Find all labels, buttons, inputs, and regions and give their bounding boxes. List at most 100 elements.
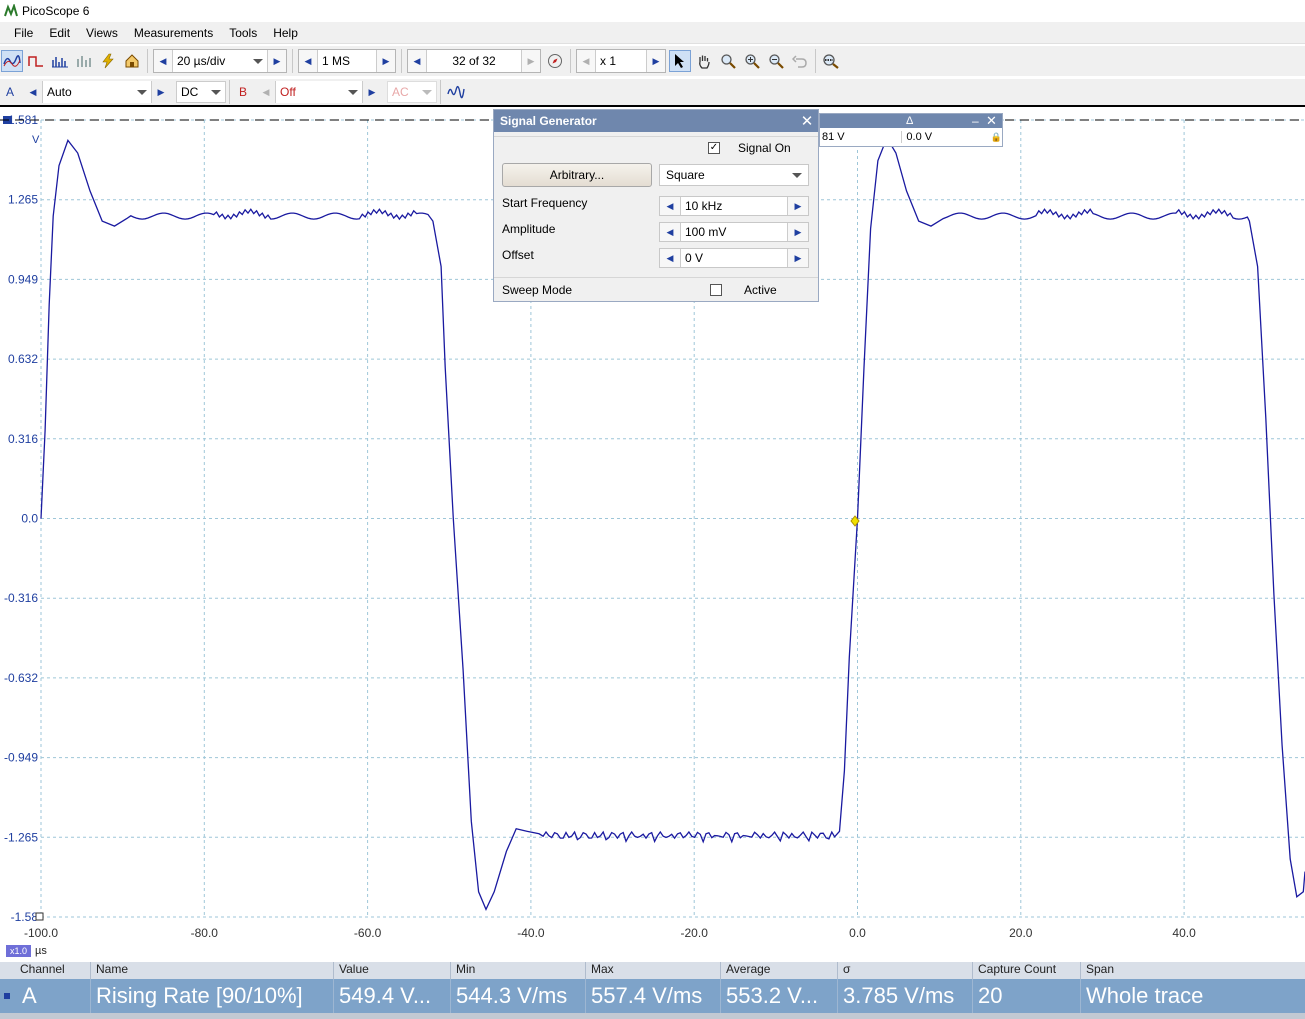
signal-generator-titlebar[interactable]: Signal Generator ✕ [494, 110, 818, 132]
offset-input[interactable]: 0 V [680, 249, 788, 267]
timebase-control: ◀ 20 µs/div ▶ [153, 49, 287, 73]
header-sigma[interactable]: σ [837, 962, 972, 979]
spectrum-mode-icon [52, 57, 68, 68]
table-row[interactable]: A Rising Rate [90/10%] 549.4 V... 544.3 … [0, 979, 1305, 1013]
channel-b-coupling-select[interactable]: AC [387, 81, 437, 103]
close-icon[interactable]: ✕ [798, 112, 816, 130]
buffer-field[interactable]: 32 of 32 [426, 50, 522, 72]
waveform-icon [447, 85, 465, 99]
serial-decode-button [73, 50, 95, 72]
persistence-mode-button[interactable] [25, 50, 47, 72]
ruler-panel-header: Δ – ✕ [820, 113, 1002, 129]
ruler-delta-value: 0.0 V [901, 131, 990, 143]
header-span[interactable]: Span [1080, 962, 1305, 979]
channel-a-range-prev-button[interactable]: ◀ [24, 81, 42, 103]
channel-toolbar: A ◀ Auto ▶ DC B ◀ Off ▶ AC [0, 79, 1305, 107]
buffer-navigator-button[interactable] [544, 50, 566, 72]
header-name[interactable]: Name [90, 962, 333, 979]
timebase-next-button[interactable]: ▶ [268, 50, 286, 72]
signal-generator-button[interactable] [445, 81, 467, 103]
scope-mode-icon [3, 55, 21, 67]
buffer-next-button[interactable]: ▶ [522, 50, 540, 72]
buffer-prev-button[interactable]: ◀ [408, 50, 426, 72]
menu-edit[interactable]: Edit [41, 26, 78, 40]
amplitude-decrease-button[interactable]: ◀ [660, 223, 680, 241]
waveform-select[interactable]: Square [659, 164, 809, 186]
minimize-icon[interactable]: – [972, 114, 986, 128]
header-max[interactable]: Max [585, 962, 720, 979]
amplitude-increase-button[interactable]: ▶ [788, 223, 808, 241]
menu-file[interactable]: File [6, 26, 41, 40]
channel-a-range-control: ◀ Auto ▶ [24, 80, 170, 104]
zoom-prev-button[interactable]: ◀ [577, 50, 595, 72]
offset-decrease-button[interactable]: ◀ [660, 249, 680, 267]
header-average[interactable]: Average [720, 962, 837, 979]
zoom-tool-button[interactable] [717, 50, 739, 72]
spectrum-mode-button[interactable] [49, 50, 71, 72]
auto-setup-button[interactable] [97, 50, 119, 72]
scope-mode-button[interactable] [1, 50, 23, 72]
signal-on-checkbox[interactable]: ✓ [708, 142, 720, 154]
channel-a-coupling-select[interactable]: DC [176, 81, 226, 103]
delta-label: Δ [906, 115, 914, 127]
header-value[interactable]: Value [333, 962, 450, 979]
menu-tools[interactable]: Tools [221, 26, 265, 40]
header-capture-count[interactable]: Capture Count [972, 962, 1080, 979]
timebase-select[interactable]: 20 µs/div [172, 50, 268, 72]
y-tick-label: -0.632 [4, 671, 38, 685]
amplitude-input[interactable]: 100 mV [680, 223, 788, 241]
x-tick-label: -60.0 [354, 926, 382, 940]
channel-b-range-next-button[interactable]: ▶ [363, 81, 381, 103]
zoom-in-button[interactable] [741, 50, 763, 72]
sweep-mode-label: Sweep Mode [502, 283, 573, 297]
header-channel[interactable]: Channel [0, 962, 90, 979]
channel-b-range-select[interactable]: Off [275, 81, 363, 103]
channel-a-range-next-button[interactable]: ▶ [152, 81, 170, 103]
zoom-field[interactable]: x 1 [595, 50, 647, 72]
zoom-control: ◀ x 1 ▶ [576, 49, 666, 73]
chevron-down-icon [137, 89, 147, 95]
header-min[interactable]: Min [450, 962, 585, 979]
arbitrary-button[interactable]: Arbitrary... [502, 163, 652, 187]
picoscope-logo-icon [4, 4, 18, 17]
zoom-out-button[interactable] [765, 50, 787, 72]
y-tick-label: -1.58 [11, 910, 39, 924]
axis-bottom-marker[interactable] [35, 912, 44, 921]
menu-measurements[interactable]: Measurements [126, 26, 221, 40]
undo-zoom-button[interactable] [789, 50, 811, 72]
samples-next-button[interactable]: ▶ [377, 50, 395, 72]
start-frequency-increase-button[interactable]: ▶ [788, 197, 808, 215]
channel-a-range-select[interactable]: Auto [42, 81, 152, 103]
default-setup-button[interactable] [121, 50, 143, 72]
ruler-panel[interactable]: Δ – ✕ 81 V 0.0 V 🔒 [819, 113, 1003, 147]
samples-prev-button[interactable]: ◀ [299, 50, 317, 72]
channel-a-options-button[interactable]: A [0, 85, 22, 99]
chevron-down-icon [211, 89, 221, 95]
samples-select[interactable]: 1 MS [317, 50, 377, 72]
menu-views[interactable]: Views [78, 26, 126, 40]
x-tick-label: 20.0 [1009, 926, 1033, 940]
cell-average: 553.2 V... [720, 979, 837, 1013]
offset-increase-button[interactable]: ▶ [788, 249, 808, 267]
y-tick-label: -1.265 [4, 830, 38, 844]
timebase-prev-button[interactable]: ◀ [154, 50, 172, 72]
start-frequency-input[interactable]: 10 kHz [680, 197, 788, 215]
lock-icon[interactable]: 🔒 [991, 132, 1002, 143]
channel-b-range-prev-button[interactable]: ◀ [257, 81, 275, 103]
y-tick-label: 1.265 [8, 193, 38, 207]
channel-a-range-value: Auto [47, 85, 72, 99]
signal-generator-title: Signal Generator [500, 114, 597, 128]
zoom-next-button[interactable]: ▶ [647, 50, 665, 72]
channel-b-options-button[interactable]: B [233, 85, 255, 99]
close-icon[interactable]: ✕ [986, 113, 1000, 129]
serial-decode-icon [77, 56, 91, 67]
sweep-active-checkbox[interactable] [710, 284, 722, 296]
y-tick-label: 0.949 [8, 272, 38, 286]
select-tool-button[interactable] [669, 50, 691, 72]
hand-tool-button[interactable] [693, 50, 715, 72]
start-frequency-decrease-button[interactable]: ◀ [660, 197, 680, 215]
menu-help[interactable]: Help [265, 26, 306, 40]
undo-icon [792, 55, 807, 68]
zoom-overview-button[interactable] [820, 50, 842, 72]
amplitude-label: Amplitude [502, 222, 556, 236]
